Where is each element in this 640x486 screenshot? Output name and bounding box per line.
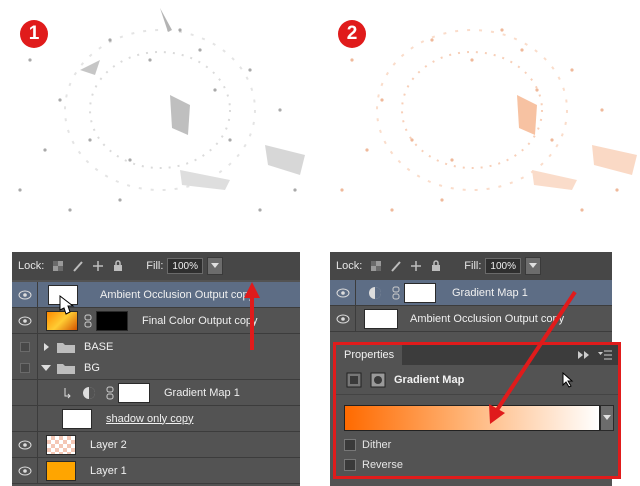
arrow-up-to-layer [244, 282, 260, 350]
annotation-arrows [59, 282, 577, 424]
cursor-hand-icon [59, 294, 75, 315]
arrow-to-gradient [489, 290, 577, 424]
